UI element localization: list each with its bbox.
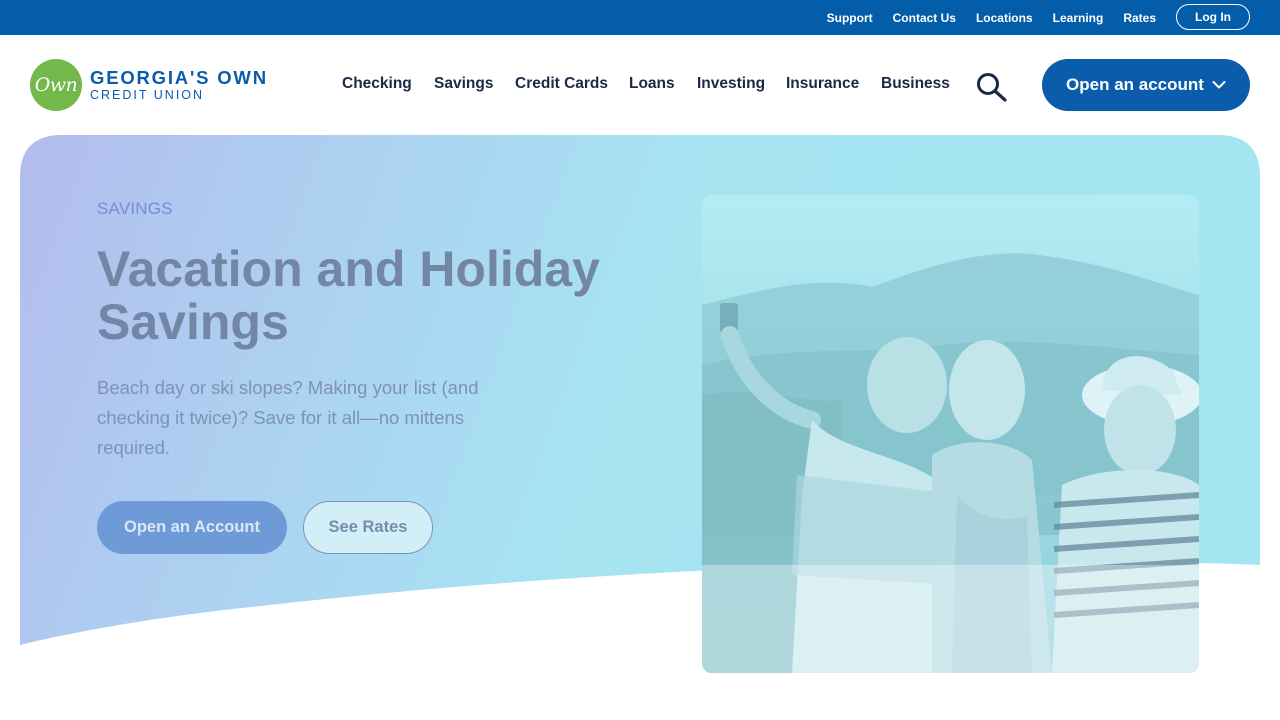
utility-link-rates[interactable]: Rates [1123,11,1156,25]
open-account-button[interactable]: Open an account [1042,59,1250,111]
hero-open-account-button[interactable]: Open an Account [97,501,287,554]
nav-item-investing[interactable]: Investing [697,75,765,93]
utility-link-learning[interactable]: Learning [1053,11,1104,25]
brand-logo[interactable]: Own GEORGIA'S OWN CREDIT UNION [30,59,268,111]
nav-item-checking[interactable]: Checking [342,75,412,93]
logo-name-line1: GEORGIA'S OWN [90,67,268,88]
open-account-label: Open an account [1066,75,1204,94]
hero-description: Beach day or ski slopes? Making your lis… [97,377,479,458]
chevron-down-icon [1212,81,1226,89]
logo-wordmark: GEORGIA'S OWN CREDIT UNION [90,67,268,103]
hero-see-rates-button[interactable]: See Rates [303,501,433,554]
utility-link-locations[interactable]: Locations [976,11,1033,25]
site-header: Own GEORGIA'S OWN CREDIT UNION Checking … [0,35,1280,135]
nav-item-business[interactable]: Business [881,75,950,93]
hero-title: Vacation and Holiday Savings [97,241,600,350]
utility-nav: Support Contact Us Locations Learning Ra… [827,0,1156,35]
utility-link-contact-us[interactable]: Contact Us [893,11,956,25]
hero-eyebrow: SAVINGS [97,199,173,218]
nav-item-credit-cards[interactable]: Credit Cards [515,75,608,93]
search-icon[interactable] [975,72,1009,102]
hero-banner: SAVINGS Vacation and Holiday Savings Bea… [20,135,1260,675]
nav-item-insurance[interactable]: Insurance [786,75,859,93]
utility-link-support[interactable]: Support [827,11,873,25]
utility-bar: Support Contact Us Locations Learning Ra… [0,0,1280,35]
login-button[interactable]: Log In [1176,4,1250,30]
logo-name-line2: CREDIT UNION [90,88,205,102]
nav-item-savings[interactable]: Savings [434,75,493,93]
hero-image [702,195,1199,673]
logo-badge: Own [30,59,82,111]
nav-item-loans[interactable]: Loans [629,75,675,93]
logo-badge-text: Own [34,74,78,96]
